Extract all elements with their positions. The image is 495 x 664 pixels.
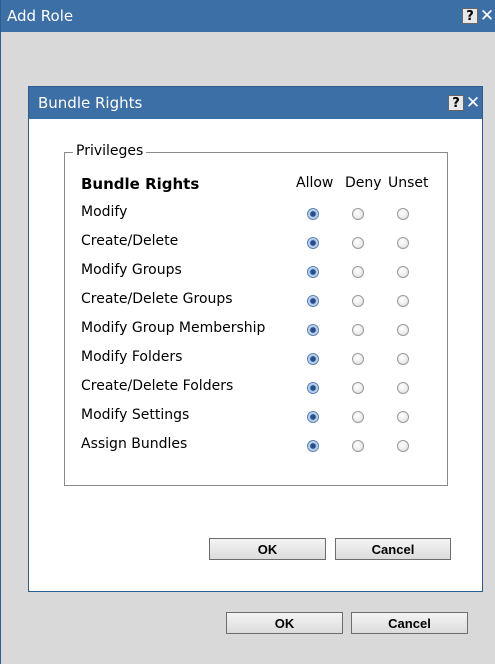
dialog-cancel-button[interactable]: Cancel xyxy=(335,538,451,560)
privilege-label: Create/Delete Folders xyxy=(81,378,234,394)
add-role-window: Add Role ? ✕ Bundle Rights ? ✕ Privilege… xyxy=(0,0,495,664)
allow-radio[interactable] xyxy=(307,208,319,220)
close-icon[interactable]: ✕ xyxy=(466,93,480,113)
unset-radio[interactable] xyxy=(397,353,409,365)
column-header-allow: Allow xyxy=(296,175,334,191)
privilege-label: Modify xyxy=(81,204,128,220)
privileges-group: Privileges Bundle Rights Allow Deny Unse… xyxy=(64,143,448,486)
allow-radio[interactable] xyxy=(307,382,319,394)
bundle-rights-title: Bundle Rights xyxy=(38,94,143,112)
unset-radio[interactable] xyxy=(397,208,409,220)
deny-radio[interactable] xyxy=(352,295,364,307)
unset-radio[interactable] xyxy=(397,237,409,249)
close-icon[interactable]: ✕ xyxy=(480,6,494,26)
unset-radio[interactable] xyxy=(397,324,409,336)
column-header-unset: Unset xyxy=(388,175,429,191)
privileges-legend: Privileges xyxy=(73,143,147,159)
outer-cancel-button[interactable]: Cancel xyxy=(351,612,468,634)
unset-radio[interactable] xyxy=(397,295,409,307)
outer-ok-button[interactable]: OK xyxy=(226,612,343,634)
unset-radio[interactable] xyxy=(397,382,409,394)
add-role-title: Add Role xyxy=(7,7,74,25)
deny-radio[interactable] xyxy=(352,324,364,336)
privilege-label: Modify Folders xyxy=(81,349,183,365)
deny-radio[interactable] xyxy=(352,440,364,452)
allow-radio[interactable] xyxy=(307,440,319,452)
privilege-label: Assign Bundles xyxy=(81,436,188,452)
help-icon[interactable]: ? xyxy=(462,8,478,24)
deny-radio[interactable] xyxy=(352,237,364,249)
permissions-header: Bundle Rights xyxy=(81,175,200,193)
help-icon[interactable]: ? xyxy=(448,95,464,111)
allow-radio[interactable] xyxy=(307,324,319,336)
privilege-label: Modify Groups xyxy=(81,262,182,278)
unset-radio[interactable] xyxy=(397,440,409,452)
privilege-label: Create/Delete xyxy=(81,233,179,249)
privilege-label: Create/Delete Groups xyxy=(81,291,233,307)
allow-radio[interactable] xyxy=(307,353,319,365)
deny-radio[interactable] xyxy=(352,353,364,365)
deny-radio[interactable] xyxy=(352,382,364,394)
allow-radio[interactable] xyxy=(307,266,319,278)
deny-radio[interactable] xyxy=(352,266,364,278)
bundle-rights-dialog: Bundle Rights ? ✕ Privileges Bundle Righ… xyxy=(28,86,483,592)
allow-radio[interactable] xyxy=(307,237,319,249)
deny-radio[interactable] xyxy=(352,208,364,220)
bundle-rights-titlebar[interactable]: Bundle Rights ? ✕ xyxy=(29,87,482,119)
allow-radio[interactable] xyxy=(307,295,319,307)
privilege-label: Modify Settings xyxy=(81,407,190,423)
unset-radio[interactable] xyxy=(397,266,409,278)
column-header-deny: Deny xyxy=(345,175,382,191)
allow-radio[interactable] xyxy=(307,411,319,423)
add-role-titlebar[interactable]: Add Role ? ✕ xyxy=(1,0,495,32)
dialog-ok-button[interactable]: OK xyxy=(209,538,326,560)
unset-radio[interactable] xyxy=(397,411,409,423)
privilege-label: Modify Group Membership xyxy=(81,320,266,336)
deny-radio[interactable] xyxy=(352,411,364,423)
